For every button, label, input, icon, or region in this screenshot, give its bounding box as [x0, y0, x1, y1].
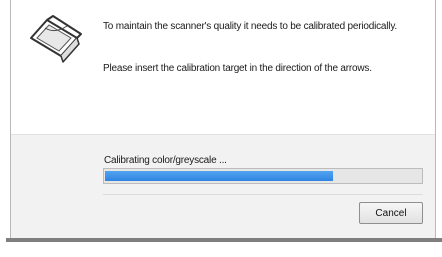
divider — [103, 194, 423, 195]
insert-target-message: Please insert the calibration target in … — [103, 63, 372, 74]
window-bottom-edge — [6, 238, 442, 242]
scanner-icon — [30, 15, 82, 63]
calibration-dialog: To maintain the scanner's quality it nee… — [10, 0, 436, 241]
calibration-message: To maintain the scanner's quality it nee… — [103, 21, 397, 32]
status-text: Calibrating color/greyscale ... — [104, 155, 227, 166]
progress-fill — [105, 171, 333, 181]
progress-bar — [103, 168, 423, 184]
message-pane: To maintain the scanner's quality it nee… — [11, 0, 435, 134]
cancel-button[interactable]: Cancel — [359, 202, 423, 224]
